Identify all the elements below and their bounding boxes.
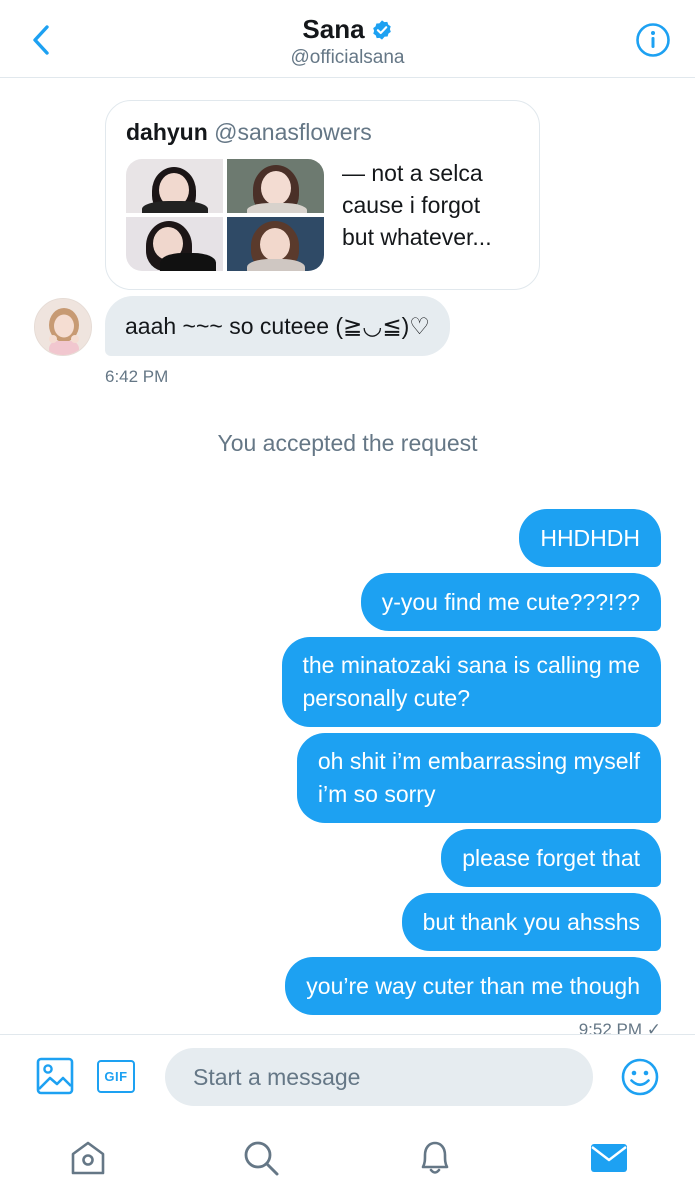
shared-tweet-card[interactable]: dahyun @sanasflowers — not a selca cause… [105, 100, 540, 290]
tweet-author-handle: @sanasflowers [214, 119, 372, 145]
conversation-title-block[interactable]: Sana @officialsana [0, 14, 695, 69]
tweet-text: — not a selca cause i forgot but whateve… [342, 160, 492, 250]
contact-name: Sana [302, 14, 365, 44]
tweet-author: dahyun @sanasflowers [126, 119, 372, 146]
search-icon [244, 1141, 279, 1176]
message-composer: GIF [0, 1034, 695, 1120]
tweet-photo[interactable] [126, 159, 223, 213]
message-input[interactable] [165, 1048, 593, 1106]
emoji-icon[interactable] [620, 1057, 660, 1097]
tab-search[interactable] [241, 1138, 281, 1178]
outgoing-message-timestamp: 9:52 PM ✓ [578, 1022, 661, 1034]
bottom-tab-bar [0, 1120, 695, 1200]
tab-messages[interactable] [589, 1138, 629, 1178]
incoming-message-bubble[interactable]: aaah ~~~ so cuteee (≧◡≦)♡ [105, 296, 450, 356]
tab-notifications[interactable] [415, 1138, 455, 1178]
outgoing-message-bubble[interactable]: please forget that [441, 829, 661, 887]
tweet-photo[interactable] [227, 217, 324, 271]
request-accepted-notice: You accepted the request [217, 430, 478, 456]
tweet-author-name: dahyun [126, 119, 208, 145]
outgoing-message-bubble[interactable]: but thank you ahsshs [401, 893, 661, 951]
outgoing-message-bubble[interactable]: you’re way cuter than me though [285, 957, 661, 1015]
incoming-message-timestamp: 6:42 PM [105, 367, 169, 386]
outgoing-message-bubble[interactable]: oh shit i’m embarrassing myself i’m so s… [296, 733, 661, 823]
tweet-photo-grid[interactable] [126, 159, 324, 271]
tab-home[interactable] [68, 1138, 108, 1178]
tweet-photo[interactable] [227, 159, 324, 213]
info-icon[interactable] [635, 22, 671, 58]
conversation-header: Sana @officialsana [0, 0, 695, 78]
verified-badge-icon [372, 19, 391, 40]
notifications-bell-icon [421, 1141, 449, 1174]
image-icon[interactable] [36, 1057, 74, 1095]
home-icon [71, 1141, 105, 1175]
avatar[interactable] [34, 298, 92, 356]
avatar-portrait [35, 299, 91, 355]
outgoing-message-bubble[interactable]: HHDHDH [519, 509, 661, 567]
messages-envelope-icon [591, 1144, 627, 1172]
outgoing-message-bubble[interactable]: the minatozaki sana is calling me person… [281, 637, 661, 727]
outgoing-message-bubble[interactable]: y-you find me cute???!?? [360, 573, 661, 631]
gif-icon: GIF [104, 1069, 128, 1084]
tweet-photo[interactable] [126, 217, 223, 271]
gif-button[interactable]: GIF [97, 1060, 135, 1093]
contact-handle: @officialsana [290, 47, 405, 68]
